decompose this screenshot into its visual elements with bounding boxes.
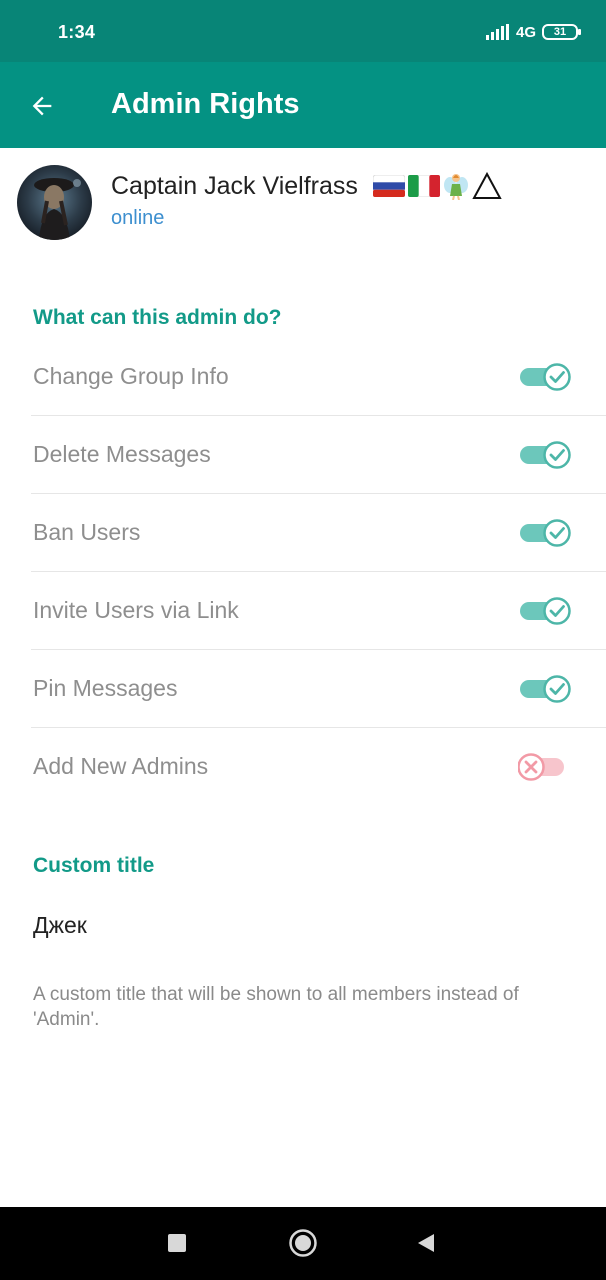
toggle-on-icon bbox=[520, 441, 571, 469]
status-bar: 1:34 4G 31 bbox=[0, 0, 606, 62]
right-change-group-info[interactable]: Change Group Info bbox=[0, 338, 606, 416]
recents-button[interactable] bbox=[159, 1225, 195, 1261]
right-add-new-admins[interactable]: Add New Admins bbox=[0, 728, 606, 806]
triangle-icon bbox=[472, 172, 502, 199]
toggle-on-icon bbox=[520, 597, 571, 625]
right-pin-messages[interactable]: Pin Messages bbox=[0, 650, 606, 728]
status-time: 1:34 bbox=[58, 22, 96, 42]
back-nav-button[interactable] bbox=[408, 1225, 444, 1261]
arrow-left-icon bbox=[32, 96, 52, 116]
toggle-switch-on[interactable] bbox=[518, 596, 572, 626]
profile-status: online bbox=[111, 207, 165, 229]
system-nav-bar bbox=[0, 1207, 606, 1280]
right-label: Delete Messages bbox=[33, 441, 211, 467]
avatar[interactable] bbox=[17, 165, 92, 240]
right-ban-users[interactable]: Ban Users bbox=[0, 494, 606, 572]
toggle-switch-on[interactable] bbox=[518, 518, 572, 548]
fairy-icon bbox=[443, 174, 468, 200]
app-bar: Admin Rights bbox=[0, 62, 606, 148]
custom-title-hint: A custom title that will be shown to all… bbox=[33, 984, 519, 1030]
battery-icon: 31 bbox=[542, 24, 581, 40]
right-label: Ban Users bbox=[33, 519, 141, 545]
profile-name-row: Captain Jack Vielfrass bbox=[111, 172, 502, 201]
home-button[interactable] bbox=[285, 1225, 321, 1261]
profile-badges bbox=[372, 172, 502, 200]
right-label: Invite Users via Link bbox=[33, 597, 239, 623]
profile-header: Captain Jack Vielfrass online bbox=[0, 148, 606, 258]
right-label: Change Group Info bbox=[33, 363, 229, 389]
right-delete-messages[interactable]: Delete Messages bbox=[0, 416, 606, 494]
rights-list: Change Group Info Delete Messages Ban Us… bbox=[0, 338, 606, 806]
status-indicators: 4G 31 bbox=[485, 20, 581, 44]
toggle-switch-on[interactable] bbox=[518, 674, 572, 704]
triangle-back-icon bbox=[418, 1234, 434, 1252]
network-type: 4G bbox=[515, 23, 536, 41]
toggle-on-icon bbox=[520, 675, 571, 703]
rights-section-header: What can this admin do? bbox=[33, 306, 282, 329]
toggle-switch-on[interactable] bbox=[518, 362, 572, 392]
italy-flag-icon bbox=[407, 175, 440, 197]
custom-title-header: Custom title bbox=[33, 854, 155, 877]
back-button[interactable] bbox=[22, 86, 62, 126]
page-title: Admin Rights bbox=[111, 88, 300, 120]
toggle-on-icon bbox=[520, 363, 571, 391]
square-recents-icon bbox=[168, 1234, 186, 1252]
toggle-switch-off[interactable] bbox=[517, 752, 572, 782]
russia-flag-icon bbox=[372, 175, 405, 197]
battery-level: 31 bbox=[553, 26, 567, 38]
signal-icon bbox=[485, 24, 509, 40]
toggle-on-icon bbox=[520, 519, 571, 547]
profile-name: Captain Jack Vielfrass bbox=[111, 172, 358, 200]
right-label: Pin Messages bbox=[33, 675, 178, 701]
toggle-switch-on[interactable] bbox=[518, 440, 572, 470]
right-label: Add New Admins bbox=[33, 753, 209, 779]
right-invite-users[interactable]: Invite Users via Link bbox=[0, 572, 606, 650]
toggle-off-icon bbox=[517, 753, 564, 781]
circle-home-icon bbox=[289, 1229, 317, 1257]
custom-title-input[interactable]: Джек bbox=[33, 912, 87, 939]
